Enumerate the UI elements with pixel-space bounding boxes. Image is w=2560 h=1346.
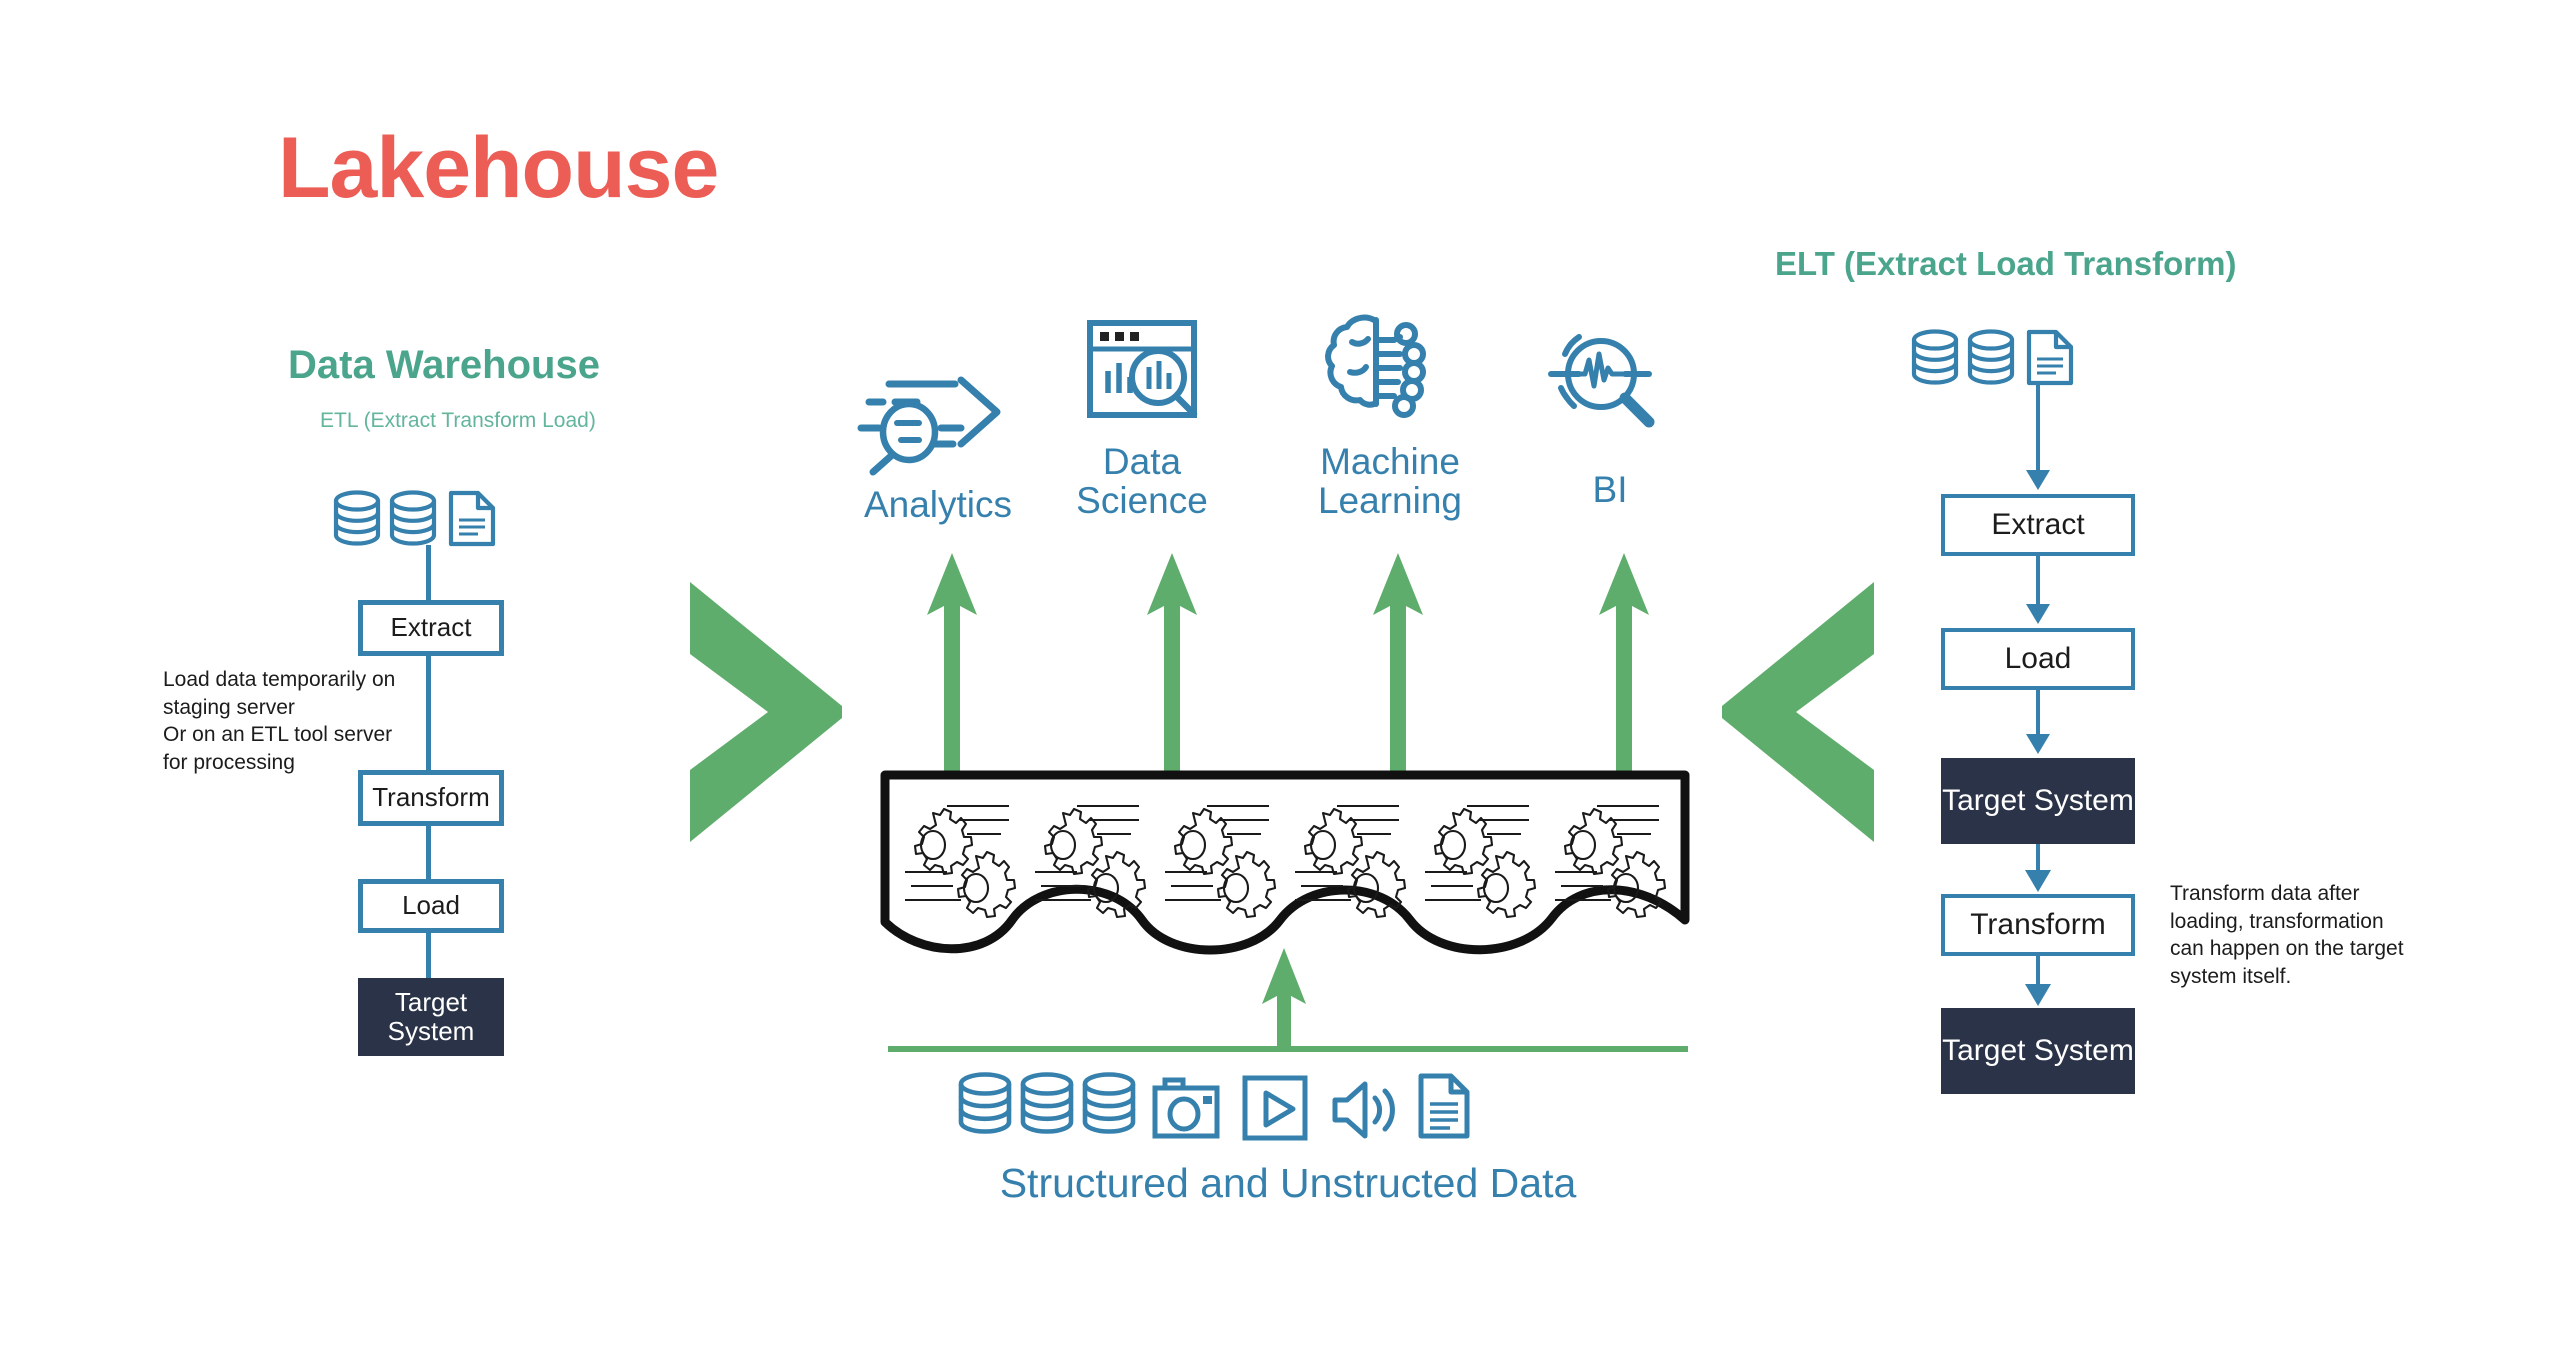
- document-icon: [2026, 329, 2074, 386]
- database-icon: [1967, 329, 2015, 385]
- data-warehouse-subheading: ETL (Extract Transform Load): [320, 409, 596, 432]
- audio-icon: [1332, 1081, 1395, 1139]
- right-step-transform[interactable]: Transform: [1941, 894, 2135, 956]
- pulse-magnifier-icon: [1545, 320, 1675, 440]
- database-icon: [389, 490, 437, 546]
- center-bottom-caption: Structured and Unstructed Data: [999, 1160, 1577, 1206]
- right-connector-transform-target: [2022, 956, 2054, 1008]
- brain-network-icon: [1318, 310, 1438, 430]
- flow-arrow-analytics: [922, 553, 982, 779]
- right-step-extract[interactable]: Extract: [1941, 494, 2135, 556]
- document-icon: [448, 490, 496, 547]
- left-annotation-note: Load data temporarily on staging server …: [163, 668, 396, 775]
- elt-heading: ELT (Extract Load Transform): [1775, 245, 2237, 282]
- right-step-target-system-2[interactable]: Target System: [1941, 1008, 2135, 1094]
- consumer-label-data-science: Data Science: [1076, 441, 1208, 522]
- left-step-load[interactable]: Load: [358, 879, 504, 933]
- left-step-target-system-label: Target System: [387, 986, 475, 1046]
- right-step-load-label: Load: [2004, 642, 2072, 676]
- left-step-load-label: Load: [402, 890, 460, 921]
- database-icon: [1020, 1072, 1074, 1134]
- right-connector-target-transform: [2022, 844, 2054, 894]
- data-warehouse-heading: Data Warehouse: [288, 343, 600, 387]
- right-step-target-system-1[interactable]: Target System: [1941, 758, 2135, 844]
- right-connector-load-target: [2022, 690, 2054, 758]
- right-step-target-system-2-label: Target System: [1942, 1034, 2134, 1068]
- left-connector-transform-load: [426, 826, 431, 879]
- analytics-arrow-icon: [857, 368, 1017, 478]
- document-icon: [1418, 1073, 1470, 1139]
- camera-icon: [1152, 1077, 1220, 1139]
- page-title: Lakehouse: [278, 120, 719, 216]
- flow-arrow-bi: [1594, 553, 1654, 779]
- left-connector-load-target: [426, 933, 431, 978]
- left-step-extract[interactable]: Extract: [358, 600, 504, 656]
- left-step-target-system[interactable]: Target System: [358, 978, 504, 1056]
- right-connector-extract-load: [2022, 556, 2054, 628]
- right-step-target-system-1-label: Target System: [1942, 784, 2134, 818]
- flow-arrow-data-science: [1142, 553, 1202, 779]
- left-connector-source-extract: [426, 545, 431, 600]
- database-icon: [958, 1072, 1012, 1134]
- center-source-icons: [955, 1070, 1605, 1150]
- left-step-transform[interactable]: Transform: [358, 770, 504, 826]
- right-step-transform-label: Transform: [1970, 908, 2106, 942]
- left-step-transform-label: Transform: [372, 782, 490, 813]
- chevron-right-icon: [672, 582, 852, 842]
- data-science-window-icon: [1082, 315, 1202, 435]
- consumer-label-machine-learning: Machine Learning: [1317, 441, 1462, 522]
- right-source-icons: [1908, 327, 2108, 399]
- right-connector-source-extract: [2022, 384, 2054, 494]
- flow-arrow-sources-to-lake: [1256, 948, 1312, 1052]
- right-annotation-note: Transform data after loading, transforma…: [2170, 882, 2404, 989]
- chevron-left-icon: [1712, 582, 1892, 842]
- flow-arrow-machine-learning: [1368, 553, 1428, 779]
- database-icon: [1911, 329, 1959, 385]
- database-icon: [1082, 1072, 1136, 1134]
- right-step-extract-label: Extract: [1991, 508, 2085, 542]
- database-icon: [333, 490, 381, 546]
- left-step-extract-label: Extract: [390, 612, 472, 643]
- lake-gears: [903, 800, 1673, 920]
- right-step-load[interactable]: Load: [1941, 628, 2135, 690]
- consumer-label-analytics: Analytics: [863, 484, 1013, 525]
- consumer-label-bi: BI: [1592, 469, 1628, 510]
- video-icon: [1242, 1075, 1308, 1141]
